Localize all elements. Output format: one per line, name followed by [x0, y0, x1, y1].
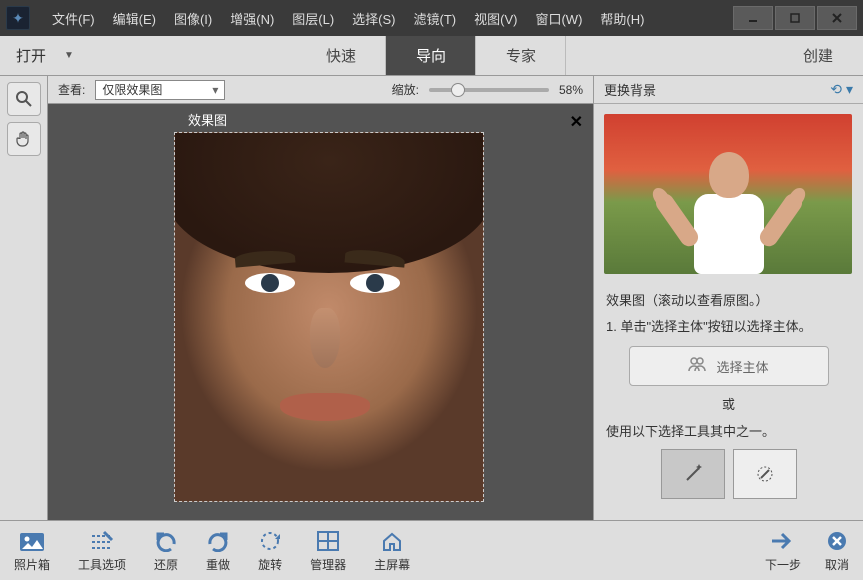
close-button[interactable] [817, 6, 857, 30]
open-label: 打开 [16, 45, 46, 66]
magic-wand-tile[interactable] [661, 449, 725, 499]
rotate-button[interactable]: 旋转 [258, 528, 282, 573]
photo-bin-label: 照片箱 [14, 556, 50, 573]
window-controls [733, 6, 863, 30]
panel-body: 效果图（滚动以查看原图。） 1. 单击"选择主体"按钮以选择主体。 选择主体 或… [594, 284, 863, 499]
maximize-button[interactable] [775, 6, 815, 30]
zoom-value: 58% [559, 83, 583, 97]
chevron-down-icon: ▼ [64, 50, 74, 61]
menu-filter[interactable]: 滤镜(T) [406, 5, 465, 32]
panel-title: 更换背景 [604, 80, 656, 99]
tab-expert[interactable]: 专家 [476, 36, 566, 75]
home-button[interactable]: 主屏幕 [374, 528, 410, 573]
view-mode-value: 仅限效果图 [102, 81, 162, 98]
arrow-right-icon [770, 528, 796, 554]
cancel-label: 取消 [825, 556, 849, 573]
menu-edit[interactable]: 编辑(E) [105, 5, 164, 32]
chevron-down-icon[interactable]: ▾ [846, 81, 853, 98]
photo-bin-icon [19, 528, 45, 554]
menu-layer[interactable]: 图层(L) [284, 5, 342, 32]
zoom-tool-button[interactable] [7, 82, 41, 116]
redo-button[interactable]: 重做 [206, 528, 230, 573]
tab-guided[interactable]: 导向 [386, 36, 476, 75]
next-label: 下一步 [765, 556, 801, 573]
menu-file[interactable]: 文件(F) [44, 5, 103, 32]
zoom-slider[interactable] [429, 88, 549, 92]
tool-strip [0, 76, 48, 520]
select-subject-button[interactable]: 选择主体 [629, 346, 829, 386]
photo-bin-button[interactable]: 照片箱 [14, 528, 50, 573]
people-icon [688, 356, 706, 377]
tool-options-label: 工具选项 [78, 556, 126, 573]
quick-select-tile[interactable] [733, 449, 797, 499]
mode-tabs: 快速 导向 专家 [296, 36, 566, 75]
panel-caption: 效果图（滚动以查看原图。） [606, 292, 851, 310]
menu-select[interactable]: 选择(S) [344, 5, 403, 32]
zoom-controls: 缩放: 58% [392, 81, 583, 98]
home-icon [380, 528, 404, 554]
panel-header: 更换背景 ⟲ ▾ [594, 76, 863, 104]
canvas-image[interactable] [174, 132, 484, 502]
menu-image[interactable]: 图像(I) [166, 5, 220, 32]
hand-tool-button[interactable] [7, 122, 41, 156]
tool-options-icon [90, 528, 114, 554]
tab-bar: 打开 ▼ 快速 导向 专家 创建 [0, 36, 863, 76]
reset-icon[interactable]: ⟲ [830, 81, 842, 98]
panel-step-1: 1. 单击"选择主体"按钮以选择主体。 [606, 318, 851, 336]
next-button[interactable]: 下一步 [765, 528, 801, 573]
footer-bar: 照片箱 工具选项 还原 重做 旋转 管理器 主屏幕 下一步 取消 [0, 520, 863, 580]
organizer-label: 管理器 [310, 556, 346, 573]
tool-options-button[interactable]: 工具选项 [78, 528, 126, 573]
look-label: 查看: [58, 81, 85, 98]
or-label: 或 [606, 396, 851, 414]
titlebar: ✦ 文件(F) 编辑(E) 图像(I) 增强(N) 图层(L) 选择(S) 滤镜… [0, 0, 863, 36]
select-subject-label: 选择主体 [716, 357, 768, 376]
center-area: 查看: 仅限效果图 缩放: 58% 效果图 ✕ [48, 76, 593, 520]
tab-quick[interactable]: 快速 [296, 36, 386, 75]
selection-tool-tiles [606, 449, 851, 499]
example-image[interactable] [604, 114, 852, 274]
undo-button[interactable]: 还原 [154, 528, 178, 573]
zoom-slider-thumb[interactable] [451, 83, 465, 97]
redo-icon [206, 528, 230, 554]
rotate-icon [258, 528, 282, 554]
menu-window[interactable]: 窗口(W) [527, 5, 590, 32]
main-area: 查看: 仅限效果图 缩放: 58% 效果图 ✕ [0, 76, 863, 520]
undo-icon [154, 528, 178, 554]
view-mode-select[interactable]: 仅限效果图 [95, 80, 225, 100]
create-button[interactable]: 创建 [773, 36, 863, 75]
menu-enhance[interactable]: 增强(N) [222, 5, 282, 32]
canvas-close-icon[interactable]: ✕ [570, 112, 583, 132]
view-bar: 查看: 仅限效果图 缩放: 58% [48, 76, 593, 104]
menu-view[interactable]: 视图(V) [466, 5, 525, 32]
app-icon: ✦ [6, 6, 30, 30]
canvas-area: 效果图 ✕ [48, 104, 593, 520]
canvas-title: 效果图 [48, 110, 593, 133]
open-menu-button[interactable]: 打开 ▼ [0, 36, 90, 75]
alt-tools-label: 使用以下选择工具其中之一。 [606, 423, 851, 441]
cancel-icon [826, 528, 848, 554]
rotate-label: 旋转 [258, 556, 282, 573]
undo-label: 还原 [154, 556, 178, 573]
home-label: 主屏幕 [374, 556, 410, 573]
cancel-button[interactable]: 取消 [825, 528, 849, 573]
menu-help[interactable]: 帮助(H) [592, 5, 652, 32]
zoom-label: 缩放: [392, 81, 419, 98]
organizer-button[interactable]: 管理器 [310, 528, 346, 573]
organizer-icon [316, 528, 340, 554]
right-panel: 更换背景 ⟲ ▾ 效果图（滚动以查看原图。） 1. 单击"选择主体"按钮以选择主… [593, 76, 863, 520]
menu-bar: 文件(F) 编辑(E) 图像(I) 增强(N) 图层(L) 选择(S) 滤镜(T… [44, 5, 652, 32]
redo-label: 重做 [206, 556, 230, 573]
minimize-button[interactable] [733, 6, 773, 30]
